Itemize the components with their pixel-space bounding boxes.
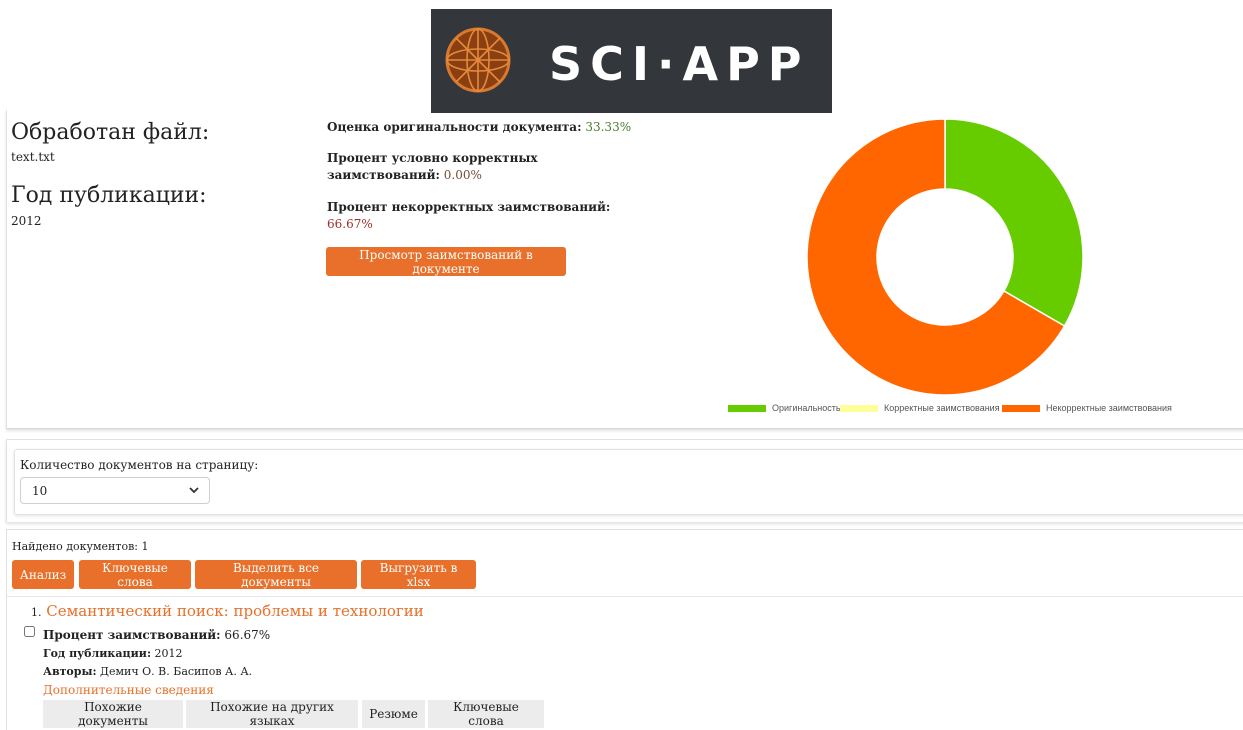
- per-page-panel: Количество документов на страницу: 10: [6, 439, 1243, 522]
- view-borrowings-button[interactable]: Просмотр заимствований в документе: [326, 247, 566, 276]
- result-select-checkbox[interactable]: [24, 626, 35, 637]
- incorrect-label: Процент некорректных заимствований:: [327, 200, 611, 214]
- legend-swatch-incorrect: [1002, 404, 1040, 412]
- legend-swatch-originality: [728, 404, 766, 412]
- originality-stat: Оценка оригинальности документа: 33.33%: [327, 119, 631, 136]
- analysis-button[interactable]: Анализ: [12, 560, 74, 589]
- correct-label-line2: заимствований:: [327, 168, 440, 182]
- originality-donut-chart: [806, 118, 1084, 396]
- site-logo[interactable]: SCI·APP: [431, 9, 832, 113]
- result-item: 1. Семантический поиск: проблемы и техно…: [31, 602, 424, 620]
- incorrect-value: 66.67%: [327, 217, 373, 231]
- result-percent-row: Процент заимствований: 66.67%: [43, 628, 270, 642]
- summary-button[interactable]: Резюме: [362, 700, 425, 728]
- filename: text.txt: [11, 150, 55, 164]
- publication-year-label: Год публикации:: [11, 183, 207, 208]
- publication-year-value: 2012: [11, 214, 42, 228]
- legend-label-originality: Оригинальность: [772, 403, 841, 413]
- correct-value: 0.00%: [443, 168, 482, 182]
- result-authors-row: Авторы: Демич О. В. Басипов А. А.: [43, 665, 252, 678]
- logo-text: SCI·APP: [549, 37, 810, 91]
- originality-value: 33.33%: [585, 120, 632, 134]
- select-all-button[interactable]: Выделить все документы: [195, 560, 357, 589]
- originality-label: Оценка оригинальности документа:: [327, 120, 582, 134]
- keywords-button[interactable]: Ключевые слова: [79, 560, 191, 589]
- sphere-logo-icon: [445, 27, 511, 93]
- legend-label-incorrect: Некорректные заимствования: [1046, 403, 1172, 413]
- result-year-label: Год публикации:: [43, 647, 152, 660]
- result-title-link[interactable]: Семантический поиск: проблемы и технолог…: [46, 602, 424, 620]
- result-percent-label: Процент заимствований:: [43, 628, 221, 642]
- incorrect-borrowing-stat: Процент некорректных заимствований: 66.6…: [327, 199, 610, 233]
- found-count: Найдено документов: 1: [12, 540, 149, 553]
- correct-borrowing-stat: Процент условно корректных заимствований…: [327, 150, 538, 184]
- per-page-label: Количество документов на страницу:: [20, 458, 259, 472]
- result-index: 1.: [31, 606, 42, 619]
- result-authors-label: Авторы:: [43, 665, 97, 678]
- more-info-link[interactable]: Дополнительные сведения: [43, 683, 214, 697]
- donut-slice-originality[interactable]: [944, 118, 1084, 327]
- legend-item-incorrect[interactable]: Некорректные заимствования: [1002, 403, 1172, 413]
- result-keywords-button[interactable]: Ключевые слова: [428, 700, 544, 728]
- result-percent-value: 66.67%: [224, 628, 271, 642]
- processed-file-label: Обработан файл:: [11, 120, 210, 145]
- result-authors-value: Демич О. В. Басипов А. А.: [100, 665, 253, 678]
- legend-swatch-correct: [840, 404, 878, 412]
- legend-label-correct: Корректные заимствования: [884, 403, 1000, 413]
- similar-documents-button[interactable]: Похожие документы: [43, 700, 183, 728]
- export-xlsx-button[interactable]: Выгрузить в xlsx: [361, 560, 476, 589]
- similar-other-languages-button[interactable]: Похожие на других языках: [186, 700, 358, 728]
- correct-label-line1: Процент условно корректных: [327, 151, 538, 165]
- per-page-selected-value: 10: [32, 483, 48, 498]
- result-year-row: Год публикации: 2012: [43, 647, 183, 660]
- legend-item-correct[interactable]: Корректные заимствования: [840, 403, 1000, 413]
- result-year-value: 2012: [154, 647, 183, 660]
- chevron-down-icon: [189, 487, 199, 494]
- per-page-card: Количество документов на страницу: 10: [14, 449, 1243, 515]
- results-divider: [6, 596, 1243, 597]
- legend-item-originality[interactable]: Оригинальность: [728, 403, 841, 413]
- per-page-select[interactable]: 10: [20, 477, 210, 504]
